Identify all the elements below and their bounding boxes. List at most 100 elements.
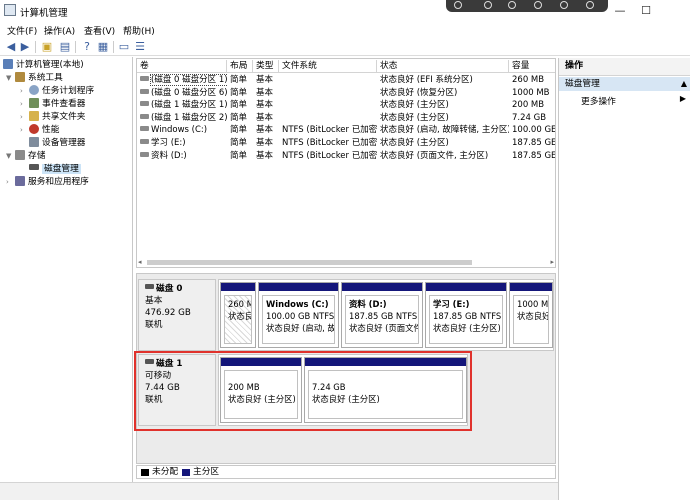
volume-name: (磁盘 0 磁盘分区 6)	[137, 87, 227, 100]
more-actions[interactable]: 更多操作	[581, 94, 616, 107]
volume-name: (磁盘 0 磁盘分区 1)	[137, 74, 227, 87]
power-icon[interactable]	[586, 1, 594, 9]
volume-type: 基本	[256, 125, 274, 136]
chevron-down-icon[interactable]: ▼	[6, 72, 15, 85]
send-icon[interactable]	[534, 1, 542, 9]
tree-item-device-manager[interactable]: 设备管理器	[29, 137, 85, 150]
chevron-right-icon[interactable]: ›	[6, 176, 15, 189]
volume-name: 学习 (E:)	[137, 137, 227, 150]
tree-item-services-apps[interactable]: › 服务和应用程序	[6, 176, 89, 189]
chevron-right-icon[interactable]: ›	[20, 111, 29, 124]
navigation-tree: 计算机管理(本地) ▼ 系统工具 › 任务计划程序 › 事件查看器 › 共享文件夹 › 性…	[0, 57, 133, 500]
toolbar: ◀ ▶ ▣ ▤ ? ▦ ▭ ☰	[0, 38, 690, 56]
menu-view[interactable]: 查看(V)	[84, 24, 115, 37]
show-hide-tree-icon[interactable]: ▤	[58, 40, 72, 54]
list-view-icon[interactable]: ☰	[133, 40, 147, 54]
record-icon[interactable]	[454, 1, 462, 9]
volume-row[interactable]: 资料 (D:) 简单 基本 NTFS (BitLocker 已加密) 状态良好 (页面文…	[137, 150, 555, 163]
up-folder-icon[interactable]: ▣	[40, 40, 54, 54]
volume-row[interactable]: 学习 (E:) 简单 基本 NTFS (BitLocker 已加密) 状态良好 (主分区…	[137, 137, 555, 150]
menu-action[interactable]: 操作(A)	[44, 24, 75, 37]
chevron-right-icon[interactable]: ›	[20, 98, 29, 111]
volume-status: 状态良好 (主分区)	[380, 138, 449, 148]
volume-layout: 简单	[230, 150, 248, 161]
performance-icon	[29, 124, 39, 134]
tree-item-storage[interactable]: ▼ 存储	[6, 150, 45, 163]
column-header-status[interactable]: 状态	[377, 60, 509, 72]
window-title: 计算机管理	[20, 8, 68, 19]
column-header-type[interactable]: 类型	[253, 60, 279, 72]
maximize-button[interactable]: ☐	[636, 3, 656, 19]
tree-item-task-scheduler[interactable]: › 任务计划程序	[20, 85, 94, 98]
horizontal-scrollbar[interactable]: ◂ ▸	[137, 258, 555, 267]
partition-recovery[interactable]: 1000 MB 状态良好	[509, 282, 553, 348]
volume-row[interactable]: (磁盘 0 磁盘分区 6) 简单 基本 状态良好 (恢复分区) 1000 MB	[137, 87, 555, 100]
help-icon[interactable]: ?	[80, 40, 94, 54]
tree-item-root[interactable]: 计算机管理(本地)	[3, 59, 84, 72]
scroll-left-icon[interactable]: ◂	[138, 258, 142, 266]
settings-icon[interactable]	[560, 1, 568, 9]
clock-icon	[29, 85, 39, 95]
forward-arrow-icon[interactable]: ▶	[18, 40, 32, 54]
partition-size: 1000 MB	[517, 299, 549, 309]
menu-file[interactable]: 文件(F)	[7, 24, 37, 37]
volume-capacity: 260 MB	[512, 75, 545, 85]
volume-name: (磁盘 1 磁盘分区 1)	[137, 99, 227, 112]
volume-row[interactable]: Windows (C:) 简单 基本 NTFS (BitLocker 已加密) 状态良好…	[137, 124, 555, 137]
tree-item-shared-folders[interactable]: › 共享文件夹	[20, 111, 85, 124]
volume-layout: 简单	[230, 112, 248, 123]
menu-bar: 文件(F) 操作(A) 查看(V) 帮助(H)	[0, 22, 690, 38]
volume-icon	[140, 101, 149, 107]
volume-list: 卷 布局 类型 文件系统 状态 容量 (磁盘 0 磁盘分区 1) 简单 基本 状态良好…	[136, 58, 556, 268]
back-arrow-icon[interactable]: ◀	[4, 40, 18, 54]
volume-layout: 简单	[230, 100, 248, 111]
partition-data-d[interactable]: 资料 (D:) 187.85 GB NTFS (B 状态良好 (页面文件, 主分区)	[341, 282, 423, 348]
actions-section-disk-management[interactable]: 磁盘管理 ▲	[559, 77, 690, 91]
clipboard-icon[interactable]	[484, 1, 492, 9]
disk-0-label[interactable]: 磁盘 0 基本 476.92 GB 联机	[138, 279, 216, 351]
volume-status: 状态良好 (页面文件, 主分区)	[380, 150, 489, 161]
disk-icon[interactable]: ▭	[117, 40, 131, 54]
unallocated-swatch	[141, 469, 149, 476]
pin-icon[interactable]	[508, 1, 516, 9]
minimize-button[interactable]: —	[610, 3, 630, 19]
partition-status: 状态良	[228, 311, 252, 321]
toolbar-divider	[113, 41, 114, 53]
column-header-capacity[interactable]: 容量	[509, 60, 555, 72]
volume-row[interactable]: (磁盘 0 磁盘分区 1) 简单 基本 状态良好 (EFI 系统分区) 260 MB	[137, 74, 555, 87]
volume-type: 基本	[256, 138, 274, 148]
partition-study-e[interactable]: 学习 (E:) 187.85 GB NTFS (B 状态良好 (主分区)	[425, 282, 507, 348]
column-header-filesystem[interactable]: 文件系统	[279, 60, 377, 72]
column-header-layout[interactable]: 布局	[227, 60, 253, 72]
tree-item-system-tools[interactable]: ▼ 系统工具	[6, 72, 63, 85]
submenu-arrow-icon[interactable]: ▶	[680, 94, 686, 103]
tree-item-performance[interactable]: › 性能	[20, 124, 59, 137]
disk-management-icon	[29, 164, 39, 170]
chevron-right-icon[interactable]: ›	[20, 124, 29, 137]
volume-row[interactable]: (磁盘 1 磁盘分区 1) 简单 基本 状态良好 (主分区) 200 MB	[137, 99, 555, 112]
legend-unallocated: 未分配	[152, 467, 179, 477]
volume-layout: 简单	[230, 138, 248, 148]
partition-windows-c[interactable]: Windows (C:) 100.00 GB NTFS (状态良好 (启动, 故	[258, 282, 339, 348]
partition-efi[interactable]: 260 MI 状态良	[220, 282, 256, 348]
scroll-right-icon[interactable]: ▸	[550, 258, 554, 266]
partition-bar	[342, 283, 422, 291]
volume-icon	[140, 88, 149, 94]
volume-row[interactable]: (磁盘 1 磁盘分区 2) 简单 基本 状态良好 (主分区) 7.24 GB	[137, 112, 555, 125]
floating-toolbar[interactable]	[446, 0, 608, 12]
tree-item-event-viewer[interactable]: › 事件查看器	[20, 98, 85, 111]
storage-icon	[15, 150, 25, 160]
chevron-right-icon[interactable]: ›	[20, 85, 29, 98]
volume-status: 状态良好 (主分区)	[380, 100, 449, 111]
menu-help[interactable]: 帮助(H)	[123, 24, 155, 37]
tree-item-disk-management[interactable]: 磁盘管理	[29, 163, 81, 176]
column-header-volume[interactable]: 卷	[137, 60, 227, 72]
partition-size: 260 MI	[228, 299, 251, 309]
chevron-down-icon[interactable]: ▼	[6, 150, 15, 163]
partition-status: 状态良好 (主分区)	[433, 323, 501, 333]
properties-icon[interactable]: ▦	[96, 40, 110, 54]
collapse-icon[interactable]: ▲	[681, 77, 687, 91]
volume-icon	[140, 126, 149, 132]
scrollbar-thumb[interactable]	[147, 260, 472, 265]
shared-folder-icon	[29, 111, 39, 121]
